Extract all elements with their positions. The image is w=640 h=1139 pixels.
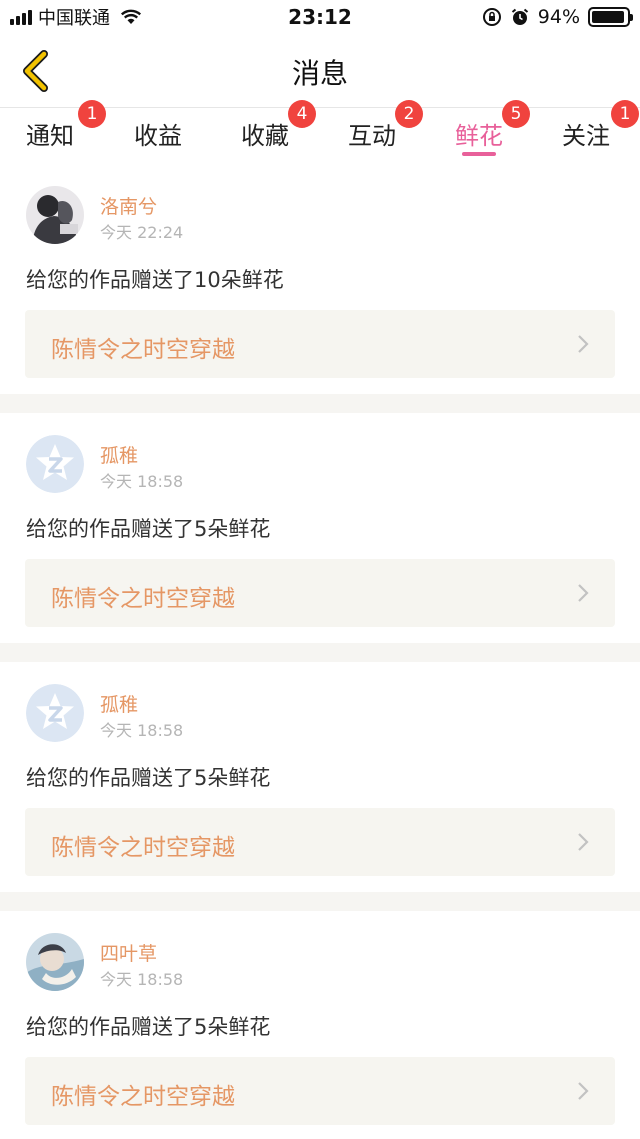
user-avatar[interactable] (26, 186, 84, 244)
user-avatar[interactable] (26, 684, 84, 742)
chevron-right-icon (578, 335, 589, 353)
tab-flowers[interactable]: 鲜花 5 (434, 100, 530, 164)
work-link[interactable]: 陈情令之时空穿越 (25, 808, 615, 876)
chevron-right-icon (578, 833, 589, 851)
timestamp: 今天 18:58 (100, 970, 184, 989)
work-title: 陈情令之时空穿越 (51, 586, 235, 612)
username[interactable]: 孤稚 (100, 441, 138, 468)
alarm-icon (511, 8, 528, 25)
tab-follows[interactable]: 关注 1 (541, 100, 639, 164)
message-text: 给您的作品赠送了5朵鲜花 (26, 766, 271, 790)
tab-notifications[interactable]: 通知 1 (5, 100, 106, 164)
tab-earnings[interactable]: 收益 (113, 108, 203, 164)
user-avatar[interactable] (26, 435, 84, 493)
page-title: 消息 (291, 57, 348, 90)
timestamp: 今天 18:58 (100, 472, 184, 491)
work-title: 陈情令之时空穿越 (51, 835, 235, 861)
message-feed: 洛南兮 今天 22:24 给您的作品赠送了10朵鲜花 陈情令之时空穿越 孤稚 今… (0, 164, 640, 1139)
unread-badge: 1 (611, 100, 639, 128)
work-link[interactable]: 陈情令之时空穿越 (25, 1057, 615, 1125)
message-text: 给您的作品赠送了5朵鲜花 (26, 1015, 271, 1039)
message-text: 给您的作品赠送了10朵鲜花 (26, 268, 284, 292)
battery-fill (592, 11, 624, 23)
tab-label: 收益 (134, 122, 182, 150)
unread-badge: 4 (288, 100, 316, 128)
username[interactable]: 四叶草 (100, 939, 157, 966)
user-avatar[interactable] (26, 933, 84, 991)
timestamp: 今天 22:24 (100, 223, 184, 242)
work-title: 陈情令之时空穿越 (51, 337, 235, 363)
tab-bar: 通知 1 收益 收藏 4 互动 2 鲜花 5 关注 1 (0, 100, 640, 164)
message-text: 给您的作品赠送了5朵鲜花 (26, 517, 271, 541)
photo-avatar-icon (26, 933, 84, 991)
work-link[interactable]: 陈情令之时空穿越 (25, 559, 615, 627)
message-card: 孤稚 今天 18:58 给您的作品赠送了5朵鲜花 陈情令之时空穿越 (0, 413, 640, 643)
tab-interactions[interactable]: 互动 2 (327, 100, 423, 164)
chevron-right-icon (578, 1082, 589, 1100)
photo-avatar-icon (26, 186, 84, 244)
active-tab-underline (462, 152, 496, 156)
qq-default-avatar-icon (26, 684, 84, 742)
battery-percent: 94% (537, 6, 580, 28)
unread-badge: 2 (395, 100, 423, 128)
message-card: 四叶草 今天 18:58 给您的作品赠送了5朵鲜花 陈情令之时空穿越 (0, 911, 640, 1139)
username[interactable]: 洛南兮 (100, 192, 157, 219)
timestamp: 今天 18:58 (100, 721, 184, 740)
chevron-right-icon (578, 584, 589, 602)
message-card: 洛南兮 今天 22:24 给您的作品赠送了10朵鲜花 陈情令之时空穿越 (0, 164, 640, 394)
unread-badge: 5 (502, 100, 530, 128)
work-title: 陈情令之时空穿越 (51, 1084, 235, 1110)
status-bar: 中国联通 23:12 94% (0, 0, 640, 34)
unread-badge: 1 (78, 100, 106, 128)
message-card: 孤稚 今天 18:58 给您的作品赠送了5朵鲜花 陈情令之时空穿越 (0, 662, 640, 892)
nav-bar: 消息 (0, 34, 640, 108)
tab-favorites[interactable]: 收藏 4 (220, 100, 316, 164)
qq-default-avatar-icon (26, 435, 84, 493)
status-right: 94% (482, 6, 633, 28)
username[interactable]: 孤稚 (100, 690, 138, 717)
work-link[interactable]: 陈情令之时空穿越 (25, 310, 615, 378)
orientation-lock-icon (482, 8, 501, 26)
battery-icon (588, 7, 633, 27)
